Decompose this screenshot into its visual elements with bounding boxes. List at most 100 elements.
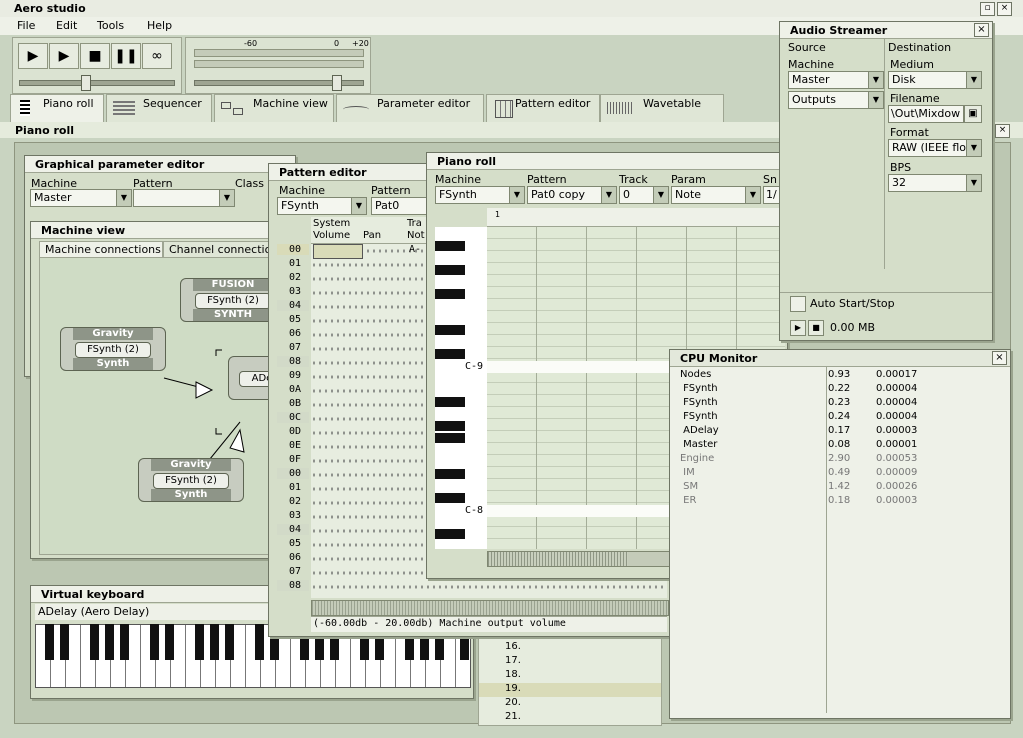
meter-scale-mid: 0 [334, 39, 340, 48]
node-footer: Synth [73, 358, 153, 370]
pattern-select[interactable]: Pat0 copy ▼ [527, 186, 617, 204]
chevron-down-icon: ▼ [509, 187, 524, 203]
list-item[interactable]: 17. [479, 655, 661, 669]
cpu-value-cell: 0.08 [828, 439, 851, 450]
cpu-name-cell: Master [680, 439, 718, 450]
machine-canvas[interactable]: FUSION FSynth (2) SYNTH Gravity FSynth (… [39, 257, 293, 555]
cpu-name-cell: FSynth [680, 411, 718, 422]
chevron-down-icon: ▼ [966, 72, 981, 88]
tab-pattern-editor[interactable]: Pattern editor [486, 94, 600, 123]
piano-roll-icon [17, 98, 37, 118]
snap-label: Sn [763, 173, 777, 186]
stream-play-button[interactable]: ▶ [790, 320, 806, 336]
track-select-value: 0 [623, 188, 630, 201]
position-thumb[interactable] [81, 75, 91, 91]
pattern-label: Pattern [371, 184, 411, 197]
list-item[interactable]: 19. [479, 683, 661, 697]
param-select[interactable]: Note ▼ [671, 186, 761, 204]
pattern-row-number: 0E [289, 440, 302, 451]
filename-input[interactable]: \Out\Mixdow [888, 105, 964, 123]
select-value: Disk [892, 73, 916, 86]
machine-select[interactable]: Master ▼ [30, 189, 132, 207]
format-select[interactable]: RAW (IEEE flo ▼ [888, 139, 982, 157]
cpu-time-cell: 0.00004 [876, 383, 918, 394]
close-icon[interactable]: × [974, 23, 989, 37]
table-row: ER 0.18 0.00003 [670, 495, 1010, 509]
cpu-name-cell: SM [680, 481, 699, 492]
menu-edit[interactable]: Edit [56, 19, 77, 32]
tab-machine-connections[interactable]: Machine connections [39, 241, 163, 258]
list-item[interactable]: 21. [479, 711, 661, 725]
destination-label: Destination [888, 41, 952, 54]
cpu-monitor-titlebar[interactable]: CPU Monitor × [670, 350, 1010, 367]
list-item[interactable]: 18. [479, 669, 661, 683]
list-item[interactable]: 20. [479, 697, 661, 711]
meter-bar-left [194, 49, 364, 57]
source-outputs-select[interactable]: Outputs ▼ [788, 91, 884, 109]
note-label-c9: C-9 [465, 361, 484, 372]
param-label: Param [671, 173, 706, 186]
menu-file[interactable]: File [17, 19, 35, 32]
piano-roll-ruler[interactable]: 1 [487, 208, 785, 227]
filename-label: Filename [890, 92, 940, 105]
pattern-row-number: 0B [289, 398, 302, 409]
tab-sequencer[interactable]: Sequencer [106, 94, 212, 123]
machine-select[interactable]: FSynth ▼ [277, 197, 367, 215]
tab-machine-view[interactable]: Machine view [214, 94, 334, 123]
table-row: FSynth 0.24 0.00004 [670, 411, 1010, 425]
cpu-name-cell: IM [680, 467, 695, 478]
close-icon[interactable]: × [992, 351, 1007, 365]
save-icon[interactable]: ▣ [964, 105, 982, 123]
piano-roll-keyboard[interactable]: C-9 C-8 [435, 227, 488, 549]
bps-select[interactable]: 32 ▼ [888, 174, 982, 192]
menu-tools[interactable]: Tools [97, 19, 124, 32]
machine-node-gravity-2[interactable]: Gravity FSynth (2) Synth [138, 458, 244, 502]
tab-wavetable[interactable]: Wavetable [600, 94, 724, 123]
play-loop-button[interactable]: ▶ [49, 43, 79, 69]
machine-select[interactable]: FSynth ▼ [435, 186, 525, 204]
meter-scale-high: +20 [352, 39, 369, 48]
scrollbar-thumb[interactable] [488, 552, 628, 566]
source-machine-select[interactable]: Master ▼ [788, 71, 884, 89]
select-value: Master [792, 73, 830, 86]
format-label: Format [890, 126, 929, 139]
restore-button[interactable]: ▫ [980, 2, 995, 16]
pattern-hscrollbar[interactable] [311, 600, 669, 616]
tab-parameter-editor[interactable]: Parameter editor [336, 94, 484, 123]
volume-thumb[interactable] [332, 75, 342, 91]
machine-node-gravity[interactable]: Gravity FSynth (2) Synth [60, 327, 166, 371]
piano-roll-titlebar[interactable]: Piano roll [427, 153, 787, 170]
pattern-field[interactable]: Pat0 [371, 197, 433, 215]
menu-help[interactable]: Help [147, 19, 172, 32]
auto-start-checkbox[interactable] [790, 296, 806, 312]
stream-stop-button[interactable]: ■ [808, 320, 824, 336]
medium-select[interactable]: Disk ▼ [888, 71, 982, 89]
tab-label: Wavetable [643, 97, 702, 110]
cpu-name-cell: FSynth [680, 397, 718, 408]
chevron-down-icon: ▼ [966, 175, 981, 191]
pause-button[interactable]: ❚❚ [111, 43, 141, 69]
tab-piano-roll[interactable]: Piano roll [10, 94, 104, 122]
graphical-parameter-editor-titlebar[interactable]: Graphical parameter editor [25, 156, 295, 173]
pattern-row-number: 02 [289, 272, 302, 283]
cpu-value-cell: 0.17 [828, 425, 851, 436]
table-row: ADelay 0.17 0.00003 [670, 425, 1010, 439]
pattern-row-number: 02 [289, 496, 302, 507]
position-slider[interactable] [19, 80, 175, 86]
stop-button[interactable]: ■ [80, 43, 110, 69]
pattern-row-number: 01 [289, 482, 302, 493]
meter-scale-low: -60 [244, 39, 258, 48]
machine-view-titlebar[interactable]: Machine view [31, 222, 293, 239]
track-select[interactable]: 0 ▼ [619, 186, 669, 204]
divider [780, 292, 992, 293]
audio-streamer-titlebar[interactable]: Audio Streamer × [780, 22, 992, 39]
workspace-close-button[interactable]: × [995, 124, 1010, 138]
play-button[interactable]: ▶ [18, 43, 48, 69]
pattern-select[interactable]: ▼ [133, 189, 235, 207]
table-row: Master 0.08 0.00001 [670, 439, 1010, 453]
list-item[interactable]: 16. [479, 641, 661, 655]
close-button[interactable]: × [997, 2, 1012, 16]
table-row: IM 0.49 0.00009 [670, 467, 1010, 481]
tab-label: Piano roll [43, 97, 94, 110]
loop-button[interactable]: ∞ [142, 43, 172, 69]
